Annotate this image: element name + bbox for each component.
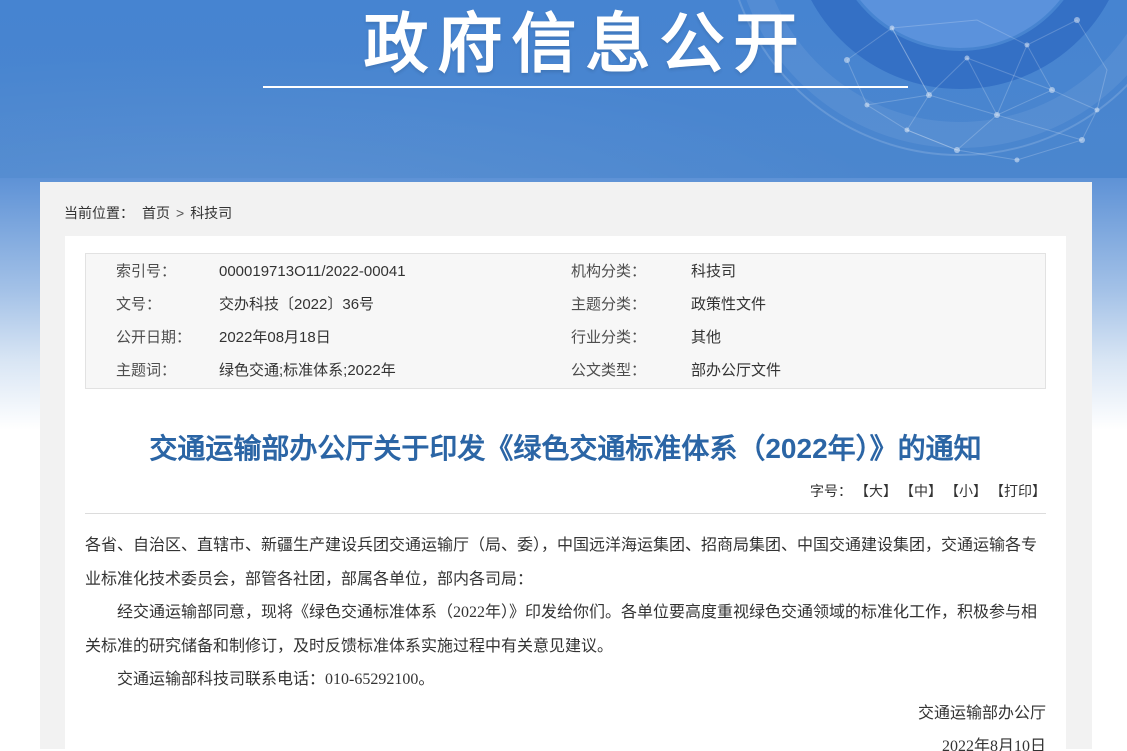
document-title: 交通运输部办公厅关于印发《绿色交通标准体系（2022年）》的通知 bbox=[85, 429, 1046, 468]
document-body: 各省、自治区、直辖市、新疆生产建设兵团交通运输厅（局、委），中国远洋海运集团、招… bbox=[85, 529, 1046, 751]
meta-value: 2022年08月18日 bbox=[219, 321, 571, 354]
meta-value: 科技司 bbox=[691, 255, 1045, 288]
signature: 交通运输部办公厅 bbox=[85, 697, 1046, 731]
meta-label: 文号： bbox=[116, 288, 219, 321]
breadcrumb-home-link[interactable]: 首页 bbox=[142, 205, 170, 221]
font-medium-button[interactable]: 【中】 bbox=[907, 483, 942, 499]
meta-value: 000019713O11/2022-00041 bbox=[219, 255, 571, 288]
signature-date: 2022年8月10日 bbox=[85, 730, 1046, 751]
divider bbox=[85, 513, 1046, 514]
paragraph-main: 经交通运输部同意，现将《绿色交通标准体系（2022年）》印发给你们。各单位要高度… bbox=[85, 596, 1046, 663]
font-size-label: 字号： bbox=[810, 483, 852, 499]
meta-label: 主题分类： bbox=[571, 288, 691, 321]
breadcrumb-separator: > bbox=[176, 205, 184, 221]
meta-label: 机构分类： bbox=[571, 255, 691, 288]
meta-row: 索引号： 000019713O11/2022-00041 机构分类： 科技司 bbox=[116, 255, 1045, 288]
page: 政府信息公开 当前位置： 首页 > 科技司 索引号： 000019713O11/202… bbox=[0, 0, 1127, 749]
meta-value: 部办公厅文件 bbox=[691, 354, 1045, 387]
document-panel: 索引号： 000019713O11/2022-00041 机构分类： 科技司 文… bbox=[65, 236, 1066, 749]
meta-value: 交办科技〔2022〕36号 bbox=[219, 288, 571, 321]
breadcrumb-label: 当前位置： bbox=[64, 205, 134, 221]
font-large-button[interactable]: 【大】 bbox=[862, 483, 897, 499]
meta-value: 绿色交通;标准体系;2022年 bbox=[219, 354, 571, 387]
paragraph-salutation: 各省、自治区、直辖市、新疆生产建设兵团交通运输厅（局、委），中国远洋海运集团、招… bbox=[85, 529, 1046, 596]
content-wrapper: 当前位置： 首页 > 科技司 索引号： 000019713O11/2022-00041… bbox=[40, 182, 1092, 749]
font-size-controls: 字号： 【大】【中】【小】【打印】 bbox=[85, 481, 1046, 501]
font-small-button[interactable]: 【小】 bbox=[952, 483, 987, 499]
meta-label: 行业分类： bbox=[571, 321, 691, 354]
meta-value: 政策性文件 bbox=[691, 288, 1045, 321]
meta-row: 公开日期： 2022年08月18日 行业分类： 其他 bbox=[116, 321, 1045, 354]
meta-label: 公文类型： bbox=[571, 354, 691, 387]
site-title: 政府信息公开 bbox=[22, 8, 1127, 80]
page-header: 政府信息公开 bbox=[0, 0, 1127, 178]
meta-row: 文号： 交办科技〔2022〕36号 主题分类： 政策性文件 bbox=[116, 288, 1045, 321]
meta-value: 其他 bbox=[691, 321, 1045, 354]
header-underline bbox=[263, 86, 908, 88]
meta-label: 公开日期： bbox=[116, 321, 219, 354]
metadata-table: 索引号： 000019713O11/2022-00041 机构分类： 科技司 文… bbox=[85, 253, 1046, 389]
header-inner: 政府信息公开 bbox=[22, 8, 1127, 88]
breadcrumb-section-link[interactable]: 科技司 bbox=[190, 205, 232, 221]
meta-label: 主题词： bbox=[116, 354, 219, 387]
meta-label: 索引号： bbox=[116, 255, 219, 288]
print-button[interactable]: 【打印】 bbox=[997, 483, 1046, 499]
meta-row: 主题词： 绿色交通;标准体系;2022年 公文类型： 部办公厅文件 bbox=[116, 354, 1045, 387]
breadcrumb: 当前位置： 首页 > 科技司 bbox=[40, 182, 1092, 236]
paragraph-contact: 交通运输部科技司联系电话：010-65292100。 bbox=[85, 663, 1046, 697]
